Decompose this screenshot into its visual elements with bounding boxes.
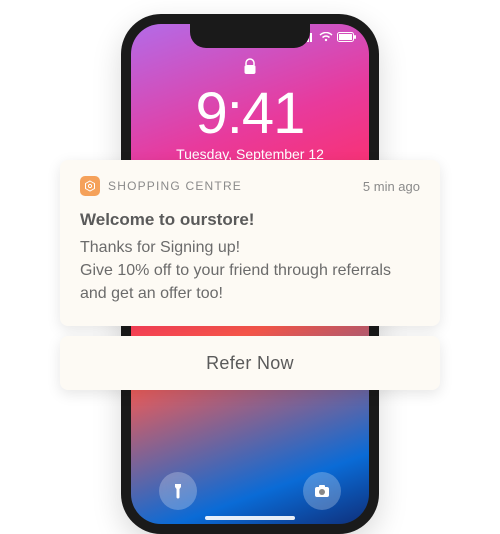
notification-title: Welcome to ourstore! [80, 210, 420, 230]
refer-now-button[interactable]: Refer Now [60, 336, 440, 390]
flashlight-icon [170, 483, 186, 499]
lockscreen-dock [131, 472, 369, 510]
notification-header: SHOPPING CENTRE 5 min ago [80, 176, 420, 196]
refer-now-label: Refer Now [206, 353, 294, 374]
lockscreen-time: 9:41 [131, 80, 369, 147]
camera-button[interactable] [303, 472, 341, 510]
lock-icon [131, 58, 369, 81]
notification-time: 5 min ago [363, 179, 420, 194]
wifi-icon [319, 32, 333, 42]
notch [190, 24, 310, 48]
flashlight-button[interactable] [159, 472, 197, 510]
notification-card[interactable]: SHOPPING CENTRE 5 min ago Welcome to our… [60, 160, 440, 326]
app-name: SHOPPING CENTRE [108, 179, 355, 193]
app-icon [80, 176, 100, 196]
home-indicator[interactable] [205, 516, 295, 520]
battery-icon [337, 32, 357, 42]
notification-body: Thanks for Signing up! Give 10% off to y… [80, 236, 420, 306]
camera-icon [314, 483, 330, 499]
